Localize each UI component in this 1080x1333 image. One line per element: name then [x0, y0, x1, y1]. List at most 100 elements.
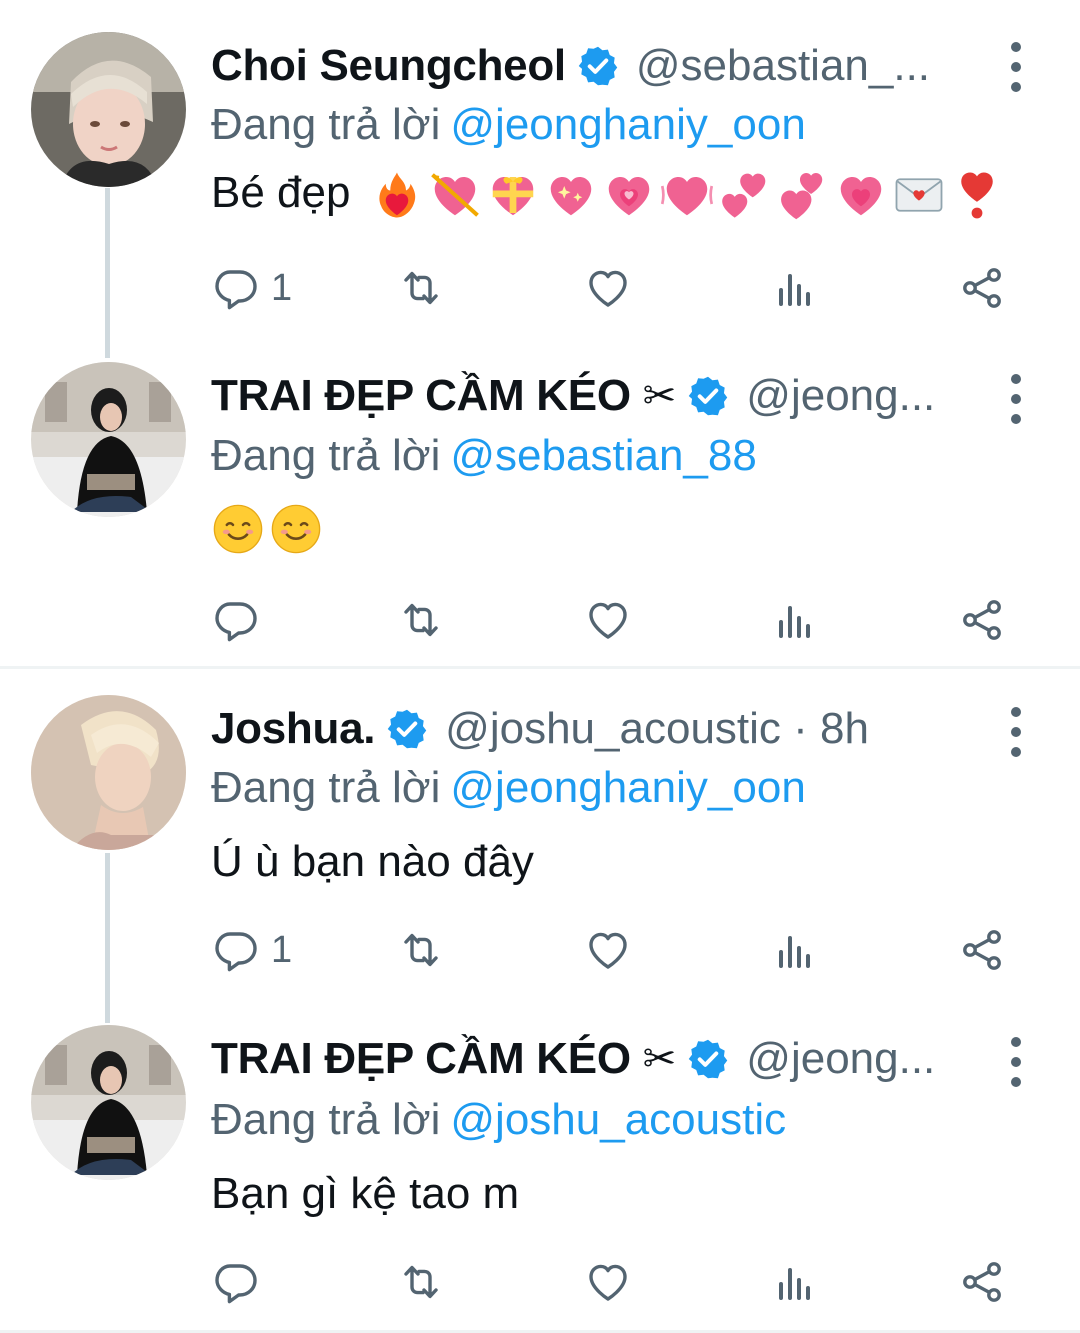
avatar[interactable] — [31, 1025, 186, 1180]
verified-badge-icon — [385, 707, 429, 751]
share-button[interactable] — [958, 1257, 1006, 1307]
user-handle[interactable]: @jeong... — [746, 1034, 935, 1084]
more-icon[interactable] — [1001, 42, 1031, 92]
growing-heart-icon — [602, 168, 656, 222]
replying-to: Đang trả lời @jeonghaniy_oon — [211, 100, 806, 150]
tweet-text: Ú ù bạn nào đây — [211, 837, 534, 887]
mention-link[interactable]: @sebastian_88 — [450, 431, 756, 480]
replying-to-label: Đang trả lời — [211, 431, 441, 480]
reply-button[interactable] — [211, 595, 271, 645]
display-name[interactable]: TRAI ĐẸP CẦM KÉO — [211, 1034, 631, 1084]
verified-badge-icon — [686, 1037, 730, 1081]
display-name[interactable]: TRAI ĐẸP CẦM KÉO — [211, 371, 631, 421]
user-handle[interactable]: @sebastian_... — [636, 41, 930, 91]
like-icon — [584, 926, 632, 974]
smiling-face-icon — [211, 502, 265, 556]
tweet-2[interactable]: TRAI ĐẸP CẦM KÉO ✂ @jeong... Đang trả lờ… — [0, 330, 1080, 668]
verified-badge-icon — [686, 374, 730, 418]
more-icon[interactable] — [1001, 1037, 1031, 1087]
share-icon — [958, 1258, 1006, 1306]
mention-link[interactable]: @jeonghaniy_oon — [450, 100, 805, 149]
heart-with-arrow-icon — [428, 168, 482, 222]
replying-to: Đang trả lời @joshu_acoustic — [211, 1095, 786, 1145]
scissors-icon: ✂ — [642, 1037, 677, 1081]
mention-link[interactable]: @joshu_acoustic — [450, 1095, 786, 1144]
views-icon — [771, 264, 819, 312]
display-name[interactable]: Joshua. — [211, 704, 375, 754]
share-icon — [958, 926, 1006, 974]
tweet-text: Bạn gì kệ tao m — [211, 1169, 519, 1219]
user-handle[interactable]: @jeong... — [746, 371, 935, 421]
avatar[interactable] — [31, 362, 186, 517]
reply-button[interactable]: 1 — [211, 925, 292, 975]
reply-icon — [211, 264, 259, 312]
retweet-button[interactable] — [397, 263, 445, 313]
reply-button[interactable]: 1 — [211, 263, 292, 313]
scissors-icon: ✂ — [642, 374, 677, 418]
heart-with-ribbon-icon — [486, 168, 540, 222]
reply-icon — [211, 926, 259, 974]
tweet-text — [211, 502, 323, 556]
tweet-header: TRAI ĐẸP CẦM KÉO ✂ @jeong... — [211, 1029, 935, 1089]
views-button[interactable] — [771, 1257, 819, 1307]
tweet-3[interactable]: Joshua. @joshu_acoustic · 8h Đang trả lờ… — [0, 669, 1080, 1023]
share-icon — [958, 596, 1006, 644]
tweet-1[interactable]: Choi Seungcheol @sebastian_... Đang trả … — [0, 0, 1080, 358]
avatar[interactable] — [31, 32, 186, 187]
share-button[interactable] — [958, 595, 1006, 645]
tweet-text-content: Ú ù bạn nào đây — [211, 837, 534, 886]
share-button[interactable] — [958, 263, 1006, 313]
replying-to-label: Đang trả lời — [211, 100, 441, 149]
replying-to-label: Đang trả lời — [211, 1095, 441, 1144]
reply-icon — [211, 596, 259, 644]
retweet-icon — [397, 264, 445, 312]
avatar[interactable] — [31, 695, 186, 850]
retweet-button[interactable] — [397, 1257, 445, 1307]
like-icon — [584, 1258, 632, 1306]
retweet-icon — [397, 596, 445, 644]
share-button[interactable] — [958, 925, 1006, 975]
more-icon[interactable] — [1001, 707, 1031, 757]
replying-to: Đang trả lời @sebastian_88 — [211, 431, 757, 481]
user-handle[interactable]: @joshu_acoustic · 8h — [445, 704, 869, 754]
views-button[interactable] — [771, 263, 819, 313]
reply-button[interactable] — [211, 1257, 271, 1307]
retweet-button[interactable] — [397, 595, 445, 645]
tweet-text-content: Bạn gì kệ tao m — [211, 1169, 520, 1218]
revolving-hearts-icon — [718, 168, 772, 222]
tweet-header: Joshua. @joshu_acoustic · 8h — [211, 699, 869, 759]
like-button[interactable] — [584, 263, 632, 313]
tweet-4[interactable]: TRAI ĐẸP CẦM KÉO ✂ @jeong... Đang trả lờ… — [0, 999, 1080, 1329]
like-button[interactable] — [584, 925, 632, 975]
like-icon — [584, 264, 632, 312]
red-exclamation-heart-icon — [950, 168, 1004, 222]
beating-heart-icon — [660, 168, 714, 222]
smiling-face-icon — [269, 502, 323, 556]
views-icon — [771, 1258, 819, 1306]
views-icon — [771, 596, 819, 644]
verified-badge-icon — [576, 44, 620, 88]
like-icon — [584, 596, 632, 644]
views-button[interactable] — [771, 595, 819, 645]
retweet-icon — [397, 926, 445, 974]
like-button[interactable] — [584, 595, 632, 645]
emoji-row — [211, 502, 323, 556]
heart-on-fire-icon — [370, 168, 424, 222]
like-button[interactable] — [584, 1257, 632, 1307]
tweet-text: Bé đẹp — [211, 168, 1004, 222]
reply-icon — [211, 1258, 259, 1306]
reply-count: 1 — [271, 266, 293, 309]
tweet-text-content: Bé đẹp — [211, 168, 351, 217]
retweet-icon — [397, 1258, 445, 1306]
replying-to: Đang trả lời @jeonghaniy_oon — [211, 763, 806, 813]
views-icon — [771, 926, 819, 974]
views-button[interactable] — [771, 925, 819, 975]
tweet-header: Choi Seungcheol @sebastian_... — [211, 36, 930, 96]
more-icon[interactable] — [1001, 374, 1031, 424]
retweet-button[interactable] — [397, 925, 445, 975]
reply-count: 1 — [271, 928, 293, 971]
mention-link[interactable]: @jeonghaniy_oon — [450, 763, 805, 812]
tweet-header: TRAI ĐẸP CẦM KÉO ✂ @jeong... — [211, 366, 935, 426]
display-name[interactable]: Choi Seungcheol — [211, 41, 566, 91]
emoji-row — [370, 168, 1004, 222]
